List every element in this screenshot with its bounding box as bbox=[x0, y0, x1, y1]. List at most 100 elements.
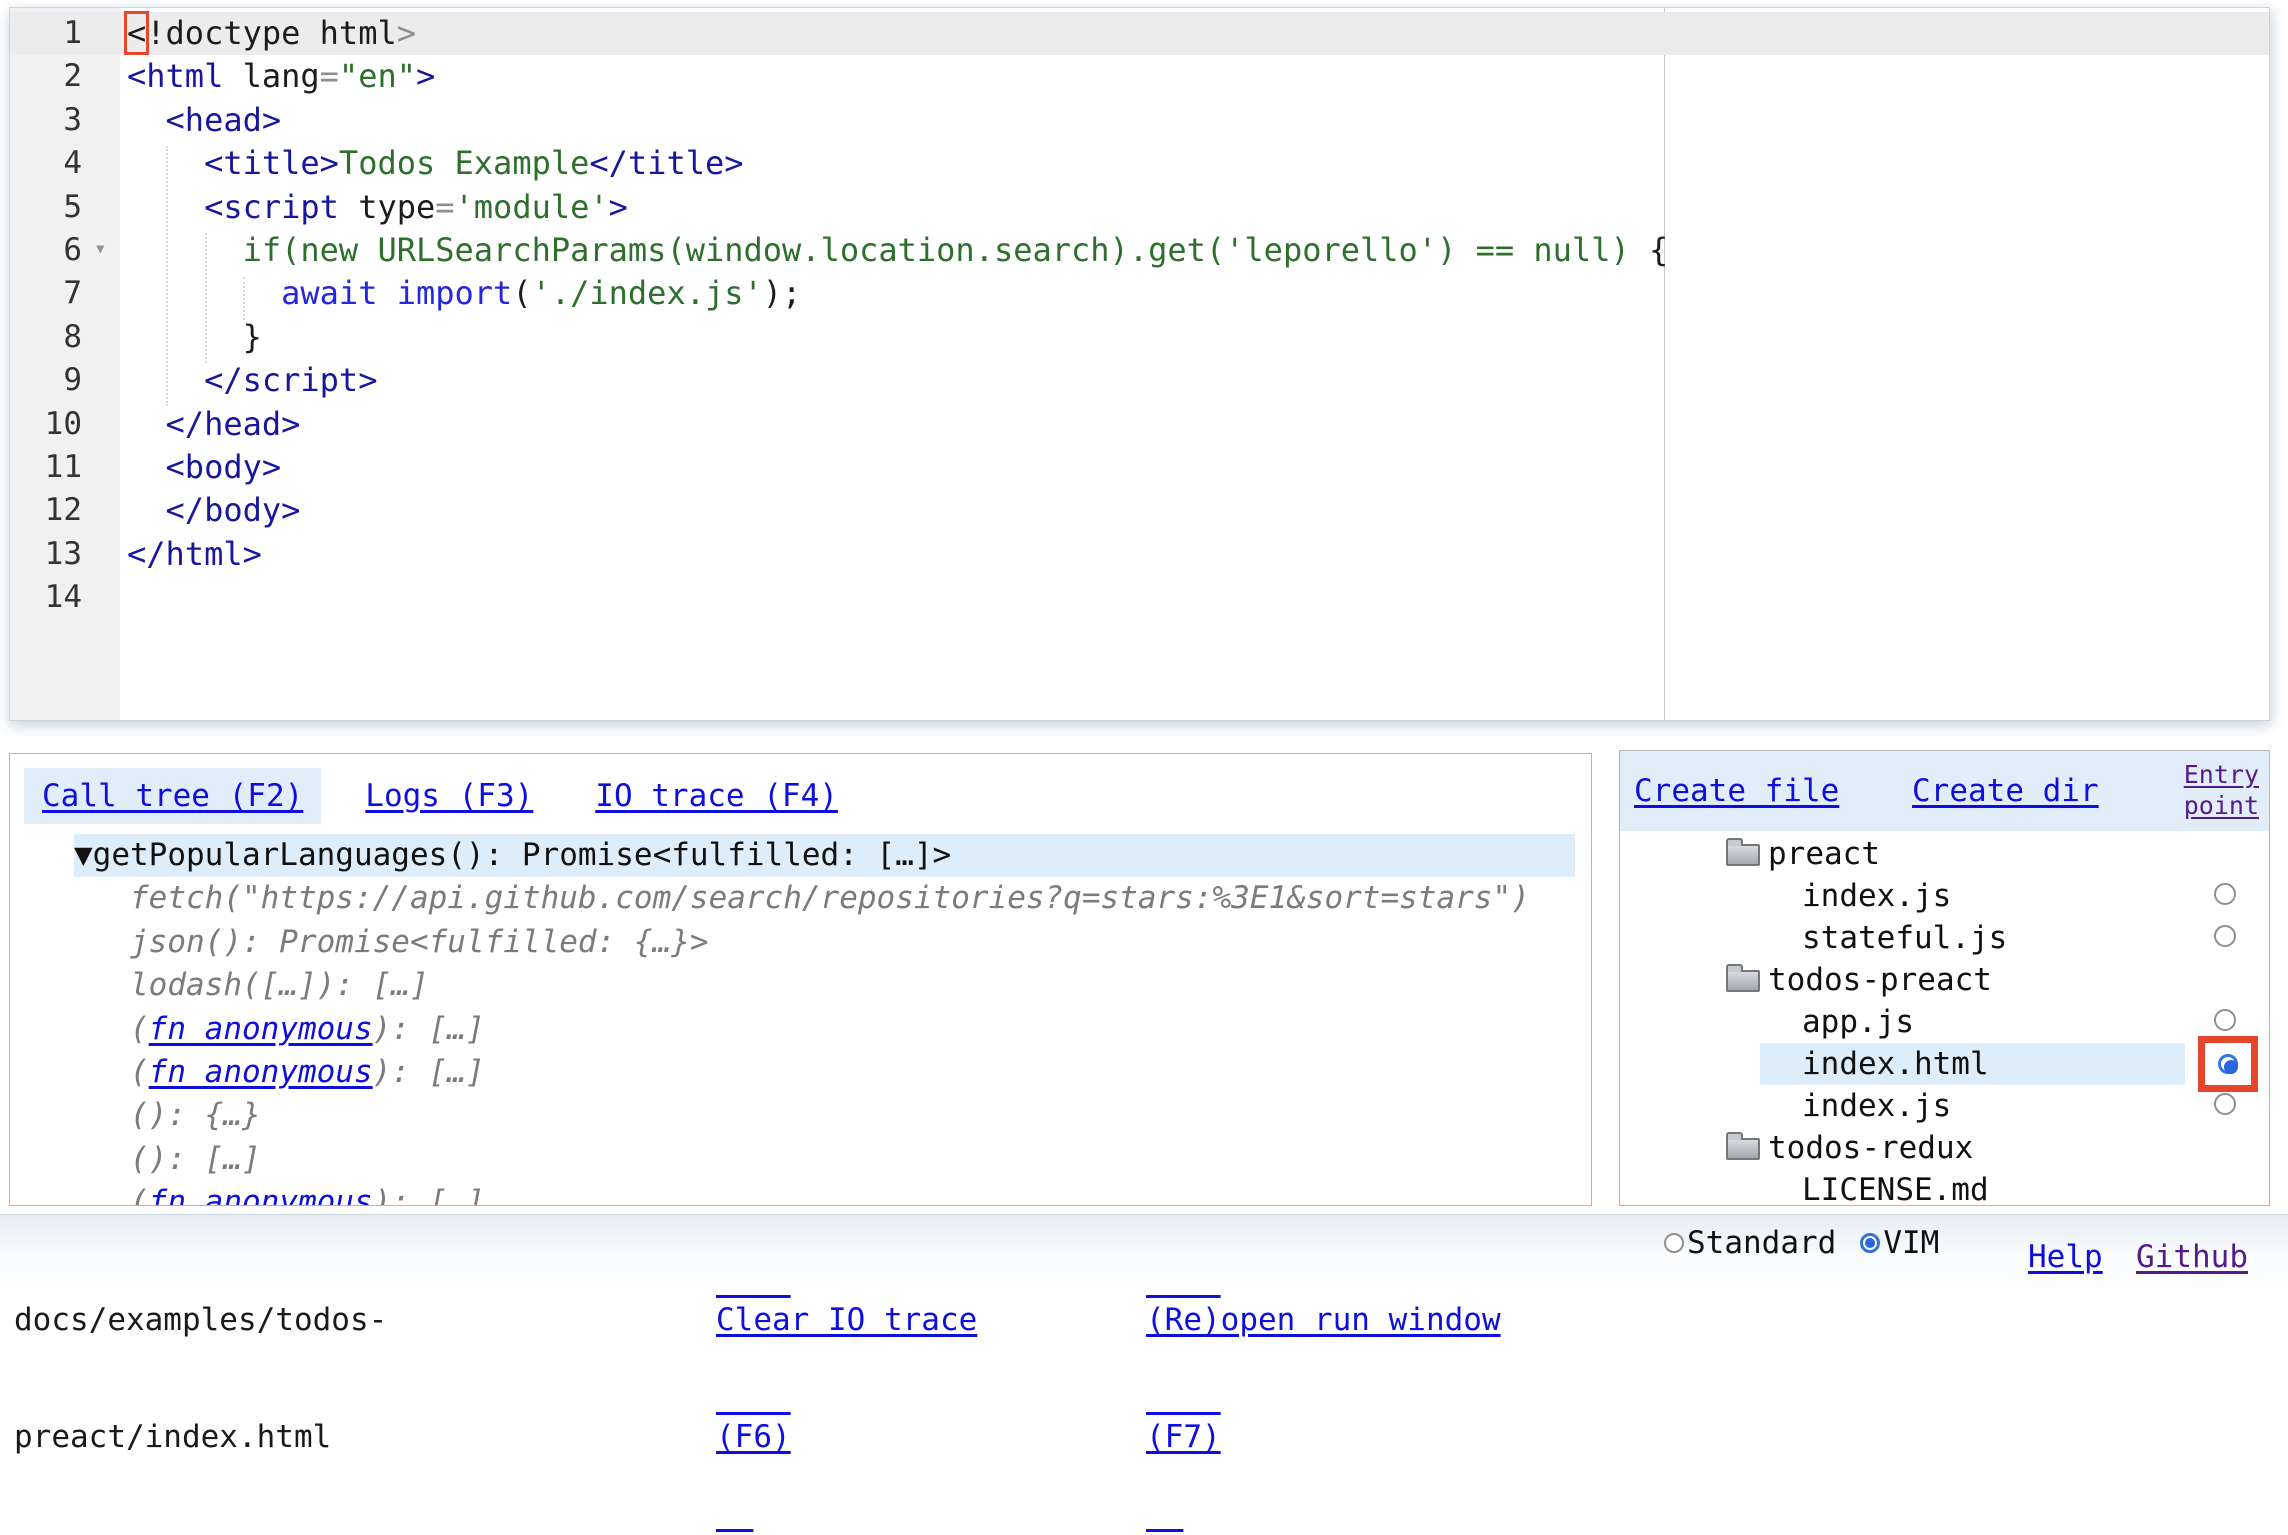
code-line-text: <body> bbox=[10, 446, 2269, 489]
reopen-run-window-line1[interactable]: (Re)open run window bbox=[1146, 1301, 1501, 1340]
entry-point-radio[interactable] bbox=[2214, 1093, 2236, 1115]
file-row[interactable]: app.js bbox=[1620, 1001, 2269, 1043]
code-line-text: </head> bbox=[10, 403, 2269, 446]
dir-row[interactable]: todos-preact bbox=[1620, 959, 2269, 1001]
code-line[interactable]: 8 } bbox=[10, 316, 2269, 359]
create-file-button[interactable]: Create file bbox=[1634, 773, 1839, 809]
dir-name: todos-preact bbox=[1768, 959, 1992, 1001]
file-name: stateful.js bbox=[1802, 917, 2007, 959]
fn-anonymous-link[interactable]: fn anonymous bbox=[149, 1184, 373, 1206]
file-row[interactable]: index.js bbox=[1620, 1085, 2269, 1127]
entry-point-radio[interactable] bbox=[2214, 925, 2236, 947]
fold-arrow-icon[interactable]: ▾ bbox=[94, 227, 107, 270]
line-number: 3 bbox=[10, 99, 82, 142]
call-tree-node[interactable]: (fn anonymous): […] bbox=[74, 1008, 1575, 1051]
dir-name: todos-redux bbox=[1768, 1127, 1973, 1169]
reopen-run-window-line2[interactable]: (F7) bbox=[1146, 1418, 1501, 1457]
code-line[interactable]: 13</html> bbox=[10, 533, 2269, 576]
keybinding-switch: Standard VIM bbox=[1664, 1223, 1940, 1263]
bottom-panel-tabs: Call tree (F2) Logs (F3) IO trace (F4) bbox=[10, 754, 1591, 824]
folder-icon bbox=[1726, 1138, 1760, 1160]
code-line[interactable]: 14 bbox=[10, 576, 2269, 619]
call-tree-node[interactable]: json(): Promise<fulfilled: {…}> bbox=[74, 921, 1575, 964]
code-line-text: <title>Todos Example</title> bbox=[10, 142, 2269, 185]
line-number: 1 bbox=[10, 12, 82, 55]
entry-point-column-header[interactable]: Entry point bbox=[2184, 759, 2259, 821]
file-name: app.js bbox=[1802, 1001, 1914, 1043]
code-line[interactable]: 6▾ if(new URLSearchParams(window.locatio… bbox=[10, 229, 2269, 272]
code-line[interactable]: 5 <script type='module'> bbox=[10, 186, 2269, 229]
file-row[interactable]: index.js bbox=[1620, 875, 2269, 917]
call-tree-node[interactable]: (fn anonymous): […] bbox=[74, 1181, 1575, 1206]
current-file-path-line2: preact/index.html bbox=[14, 1418, 387, 1457]
call-tree-node-selected[interactable]: ▼getPopularLanguages(): Promise<fulfille… bbox=[74, 834, 1575, 877]
help-link[interactable]: Help bbox=[2028, 1239, 2103, 1275]
folder-icon bbox=[1726, 970, 1760, 992]
file-row[interactable]: index.html bbox=[1620, 1043, 2269, 1085]
entry-point-label-line1: Entry bbox=[2184, 759, 2259, 790]
status-bar: docs/examples/todos- preact/index.html C… bbox=[0, 1214, 2288, 1302]
line-number: 12 bbox=[10, 489, 82, 532]
entry-point-marker bbox=[2198, 1036, 2258, 1092]
code-line[interactable]: 4 <title>Todos Example</title> bbox=[10, 142, 2269, 185]
code-line[interactable]: 12 </body> bbox=[10, 489, 2269, 532]
create-dir-button[interactable]: Create dir bbox=[1912, 773, 2099, 809]
file-manager-panel: Create file Create dir Entry point preac… bbox=[1619, 750, 2270, 1206]
clear-io-trace-line2[interactable]: (F6) bbox=[716, 1418, 977, 1457]
keybinding-radio-standard[interactable] bbox=[1664, 1233, 1684, 1253]
line-number: 13 bbox=[10, 533, 82, 576]
keybinding-radio-vim[interactable] bbox=[1860, 1233, 1880, 1253]
tab-io-trace[interactable]: IO trace (F4) bbox=[577, 768, 856, 824]
tab-call-tree[interactable]: Call tree (F2) bbox=[24, 768, 321, 824]
entry-point-label-line2: point bbox=[2184, 790, 2259, 821]
line-number: 2 bbox=[10, 55, 82, 98]
code-line[interactable]: 3 <head> bbox=[10, 99, 2269, 142]
code-line[interactable]: 7 await import('./index.js'); bbox=[10, 272, 2269, 315]
clear-io-trace-line1[interactable]: Clear IO trace bbox=[716, 1301, 977, 1340]
tab-logs[interactable]: Logs (F3) bbox=[347, 768, 551, 824]
call-tree: ▼getPopularLanguages(): Promise<fulfille… bbox=[74, 834, 1575, 1206]
code-line[interactable]: 10 </head> bbox=[10, 403, 2269, 446]
code-lines: 1<!doctype html>2<html lang="en">3 <head… bbox=[10, 12, 2269, 619]
call-tree-panel: Call tree (F2) Logs (F3) IO trace (F4) ▼… bbox=[9, 753, 1592, 1206]
code-line-text: } bbox=[10, 316, 2269, 359]
code-line[interactable]: 11 <body> bbox=[10, 446, 2269, 489]
dir-row[interactable]: preact bbox=[1620, 833, 2269, 875]
current-file-path-line1: docs/examples/todos- bbox=[14, 1301, 387, 1340]
call-tree-node[interactable]: (): {…} bbox=[74, 1094, 1575, 1137]
keybinding-label: Standard bbox=[1687, 1223, 1836, 1263]
line-number: 8 bbox=[10, 316, 82, 359]
call-tree-node[interactable]: (): […] bbox=[74, 1138, 1575, 1181]
file-name: index.js bbox=[1802, 1085, 1951, 1127]
matching-bracket: < bbox=[127, 14, 146, 52]
call-tree-node[interactable]: lodash([…]): […] bbox=[74, 964, 1575, 1007]
code-line-text: <head> bbox=[10, 99, 2269, 142]
line-number: 10 bbox=[10, 403, 82, 446]
current-file-path: docs/examples/todos- preact/index.html bbox=[14, 1223, 387, 1535]
code-line[interactable]: 1<!doctype html> bbox=[10, 12, 2269, 55]
entry-point-radio[interactable] bbox=[2214, 883, 2236, 905]
code-line[interactable]: 2<html lang="en"> bbox=[10, 55, 2269, 98]
file-name: index.html bbox=[1802, 1043, 1989, 1085]
github-link[interactable]: Github bbox=[2136, 1239, 2248, 1275]
reopen-run-window-button[interactable]: (Re)open run window (F7) bbox=[1146, 1223, 1501, 1535]
code-line-text: await import('./index.js'); bbox=[10, 272, 2269, 315]
entry-point-radio[interactable] bbox=[2214, 1009, 2236, 1031]
keybinding-label: VIM bbox=[1883, 1223, 1939, 1263]
dir-row[interactable]: todos-redux bbox=[1620, 1127, 2269, 1169]
call-tree-node[interactable]: fetch("https://api.github.com/search/rep… bbox=[74, 877, 1575, 920]
dir-name: preact bbox=[1768, 833, 1880, 875]
code-line-text: <!doctype html> bbox=[10, 12, 2269, 55]
file-name: LICENSE.md bbox=[1802, 1169, 1989, 1206]
line-number: 5 bbox=[10, 186, 82, 229]
file-row[interactable]: LICENSE.md bbox=[1620, 1169, 2269, 1206]
code-editor[interactable]: 1<!doctype html>2<html lang="en">3 <head… bbox=[9, 7, 2270, 721]
code-line-text: <script type='module'> bbox=[10, 186, 2269, 229]
file-row[interactable]: stateful.js bbox=[1620, 917, 2269, 959]
fn-anonymous-link[interactable]: fn anonymous bbox=[149, 1011, 373, 1047]
fn-anonymous-link[interactable]: fn anonymous bbox=[149, 1054, 373, 1090]
clear-io-trace-button[interactable]: Clear IO trace (F6) bbox=[716, 1223, 977, 1535]
call-tree-node[interactable]: (fn anonymous): […] bbox=[74, 1051, 1575, 1094]
entry-point-radio[interactable] bbox=[2218, 1054, 2238, 1074]
code-line[interactable]: 9 </script> bbox=[10, 359, 2269, 402]
